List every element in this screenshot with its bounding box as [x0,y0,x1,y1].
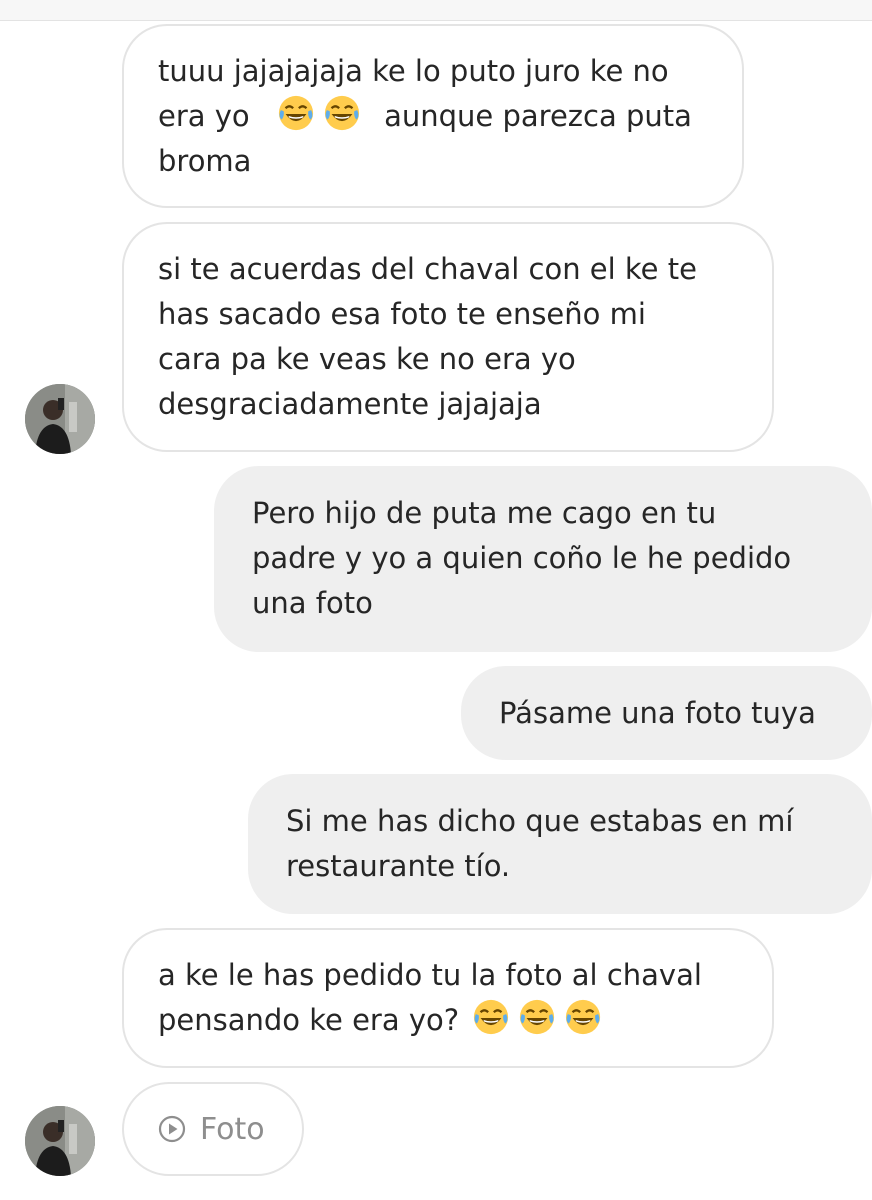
outgoing-message[interactable]: Pero hijo de puta me cago en tu padre y … [214,466,872,652]
incoming-message[interactable]: tuuu jajajajaja ke lo puto juro ke no er… [122,24,744,208]
message-text: a ke le has pedido tu la foto al chaval [158,958,702,992]
laughing-emoji-icon [474,999,509,1035]
outgoing-message[interactable]: Pásame una foto tuya [461,666,872,760]
message-text: tuuu jajajajaja ke lo puto juro ke no [158,54,669,88]
message-text: broma [158,144,252,178]
avatar-photo-icon [25,1106,95,1176]
message-text: padre y yo a quien coño le he pedido [252,541,792,575]
laughing-emoji-icon [278,95,313,131]
laughing-emoji-icon [566,999,601,1035]
laughing-emoji-icon [520,999,555,1035]
message-text: cara pa ke veas ke no era yo [158,342,576,376]
photo-attachment-button[interactable]: Foto [122,1082,304,1176]
avatar-photo-icon [25,384,95,454]
message-text: has sacado esa foto te enseño mi [158,297,646,331]
header-edge [0,0,872,21]
laughing-emoji-icon [324,95,359,131]
message-text: Pásame una foto tuya [499,696,816,730]
attachment-label: Foto [200,1111,265,1147]
incoming-message[interactable]: si te acuerdas del chaval con el ke te h… [122,222,774,452]
sender-avatar[interactable] [25,1106,95,1176]
message-text: restaurante tío. [286,849,511,883]
message-text: Pero hijo de puta me cago en tu [252,496,717,530]
message-text: si te acuerdas del chaval con el ke te [158,252,697,286]
message-text: desgraciadamente jajajaja [158,387,542,421]
outgoing-message[interactable]: Si me has dicho que estabas en mí restau… [248,774,872,914]
message-text-with-emoji: pensando ke era yo? [158,998,738,1043]
play-circle-icon [158,1115,186,1143]
sender-avatar[interactable] [25,384,95,454]
message-text-with-emoji: era yo aunque parezca puta [158,94,708,139]
incoming-message[interactable]: a ke le has pedido tu la foto al chaval … [122,928,774,1068]
message-text: una foto [252,586,373,620]
message-text: Si me has dicho que estabas en mí [286,804,794,838]
